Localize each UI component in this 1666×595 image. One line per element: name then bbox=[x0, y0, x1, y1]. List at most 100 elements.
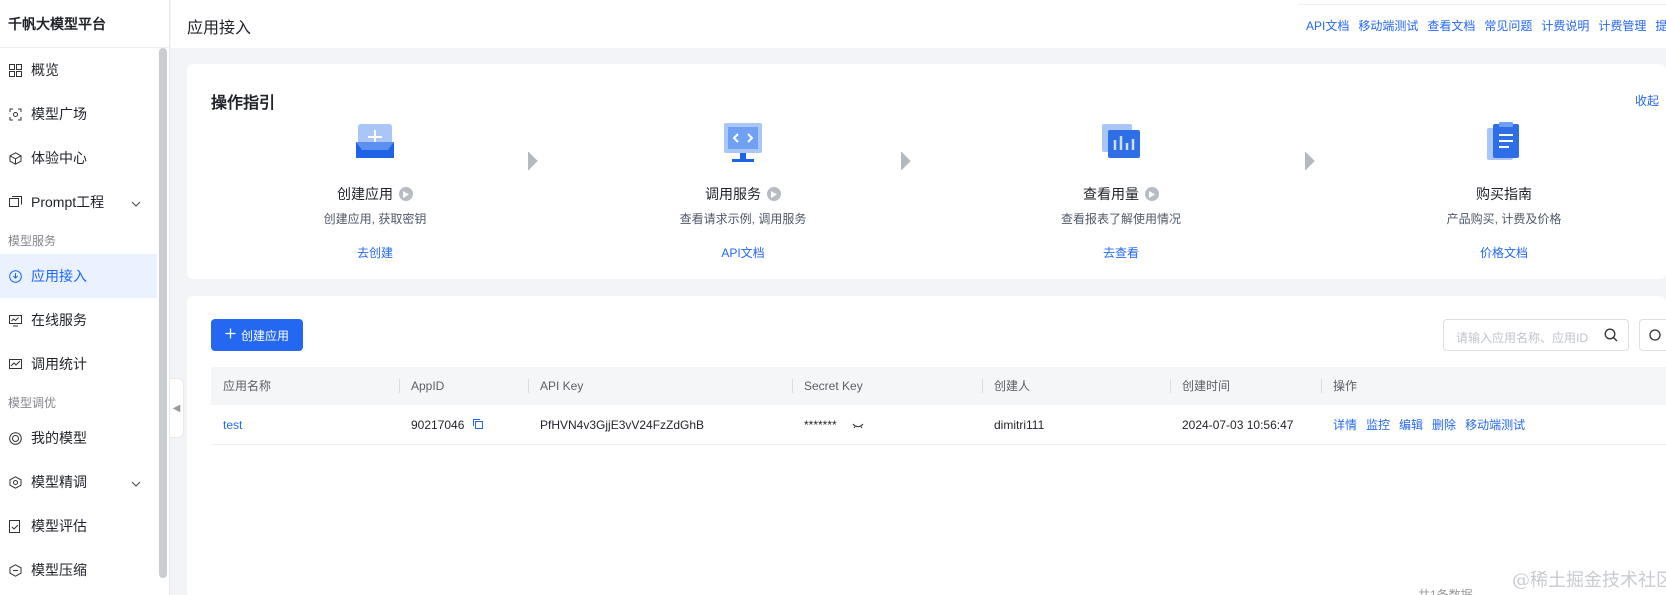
guide-step-create: 创建应用 创建应用, 获取密钥 去创建 bbox=[275, 120, 475, 261]
column-header: AppID bbox=[399, 367, 444, 405]
chart-icon bbox=[8, 357, 22, 371]
target-icon bbox=[8, 431, 22, 445]
header-link-mobile-test[interactable]: 移动端测试 bbox=[1358, 19, 1418, 33]
eye-closed-icon[interactable] bbox=[852, 406, 864, 446]
sidebar: 千帆大模型平台 概览 模型广场 体验中心 Prompt工程 模型服务 应用接入 bbox=[0, 0, 170, 595]
download-circle-icon bbox=[8, 269, 22, 283]
header-link-view-doc[interactable]: 查看文档 bbox=[1427, 19, 1475, 33]
column-header: Secret Key bbox=[792, 367, 863, 405]
secret-key-value: ******* bbox=[804, 418, 837, 432]
sidebar-item-finetune[interactable]: 模型精调 bbox=[0, 460, 169, 504]
header-link-submit[interactable]: 提交 bbox=[1655, 19, 1666, 33]
step-desc: 创建应用, 获取密钥 bbox=[323, 212, 427, 226]
sidebar-item-label: 在线服务 bbox=[31, 312, 87, 328]
step-link-api-doc[interactable]: API文档 bbox=[643, 244, 843, 261]
watermark: @稀土掘金技术社区 bbox=[1512, 570, 1666, 591]
create-app-label: 创建应用 bbox=[240, 328, 289, 343]
column-header: 创建人 bbox=[982, 367, 1030, 405]
step-name: 调用服务 bbox=[705, 186, 761, 202]
secret-key-cell: ******* bbox=[792, 405, 864, 445]
sidebar-item-compress[interactable]: 模型压缩 bbox=[0, 548, 169, 592]
header-link-api-doc[interactable]: API文档 bbox=[1306, 19, 1349, 33]
sidebar-item-label: 概览 bbox=[31, 62, 59, 78]
prompt-icon bbox=[8, 195, 22, 209]
action-delete[interactable]: 删除 bbox=[1432, 418, 1456, 432]
step-name: 创建应用 bbox=[337, 186, 393, 202]
refresh-button[interactable] bbox=[1639, 319, 1666, 351]
plus-icon bbox=[225, 328, 236, 342]
step-link-view-usage[interactable]: 去查看 bbox=[1021, 244, 1221, 261]
scan-icon bbox=[8, 107, 22, 121]
header-link-billing-manage[interactable]: 计费管理 bbox=[1598, 19, 1646, 33]
search-input[interactable]: 请输入应用名称、应用ID bbox=[1443, 319, 1629, 351]
sidebar-item-label: 模型评估 bbox=[31, 518, 87, 534]
step-arrow-icon bbox=[1303, 151, 1315, 174]
sidebar-item-experience[interactable]: 体验中心 bbox=[0, 136, 169, 180]
checklist-icon bbox=[8, 519, 22, 533]
chevron-left-icon: ◀ bbox=[172, 402, 181, 414]
sidebar-item-label: 模型压缩 bbox=[31, 562, 87, 578]
sidebar-item-online-service[interactable]: 在线服务 bbox=[0, 298, 169, 342]
step-link-create[interactable]: 去创建 bbox=[275, 244, 475, 261]
guide-step-call: 调用服务 查看请求示例, 调用服务 API文档 bbox=[643, 120, 843, 261]
brand-title: 千帆大模型平台 bbox=[0, 0, 169, 48]
step-link-price-doc[interactable]: 价格文档 bbox=[1404, 244, 1604, 261]
step-name: 查看用量 bbox=[1083, 186, 1139, 202]
action-monitor[interactable]: 监控 bbox=[1366, 418, 1390, 432]
sidebar-item-app-access[interactable]: 应用接入 bbox=[0, 254, 157, 298]
chevron-down-icon bbox=[131, 474, 141, 490]
page-title: 应用接入 bbox=[187, 20, 252, 37]
step-arrow-icon bbox=[526, 151, 538, 174]
sidebar-item-call-stats[interactable]: 调用统计 bbox=[0, 342, 169, 386]
play-icon[interactable] bbox=[399, 187, 413, 201]
cube-icon bbox=[8, 151, 22, 165]
app-list-panel: 创建应用 请输入应用名称、应用ID 应用名称 AppID API Key Sec… bbox=[187, 296, 1666, 595]
header-divider bbox=[1298, 0, 1666, 5]
sidebar-item-label: 体验中心 bbox=[31, 150, 87, 166]
header-link-billing-info[interactable]: 计费说明 bbox=[1541, 19, 1589, 33]
guide-collapse-link[interactable]: 收起 bbox=[1635, 92, 1659, 109]
api-key-value: PfHVN4v3GjjE3vV24FzZdGhB bbox=[540, 418, 705, 432]
app-name-link[interactable]: test bbox=[211, 405, 242, 445]
page-header: 应用接入 API文档移动端测试查看文档常见问题计费说明计费管理提交 bbox=[171, 0, 1666, 48]
sidebar-collapse-toggle[interactable]: ◀ bbox=[170, 378, 184, 438]
created-at-value: 2024-07-03 10:56:47 bbox=[1182, 418, 1294, 432]
sidebar-group-tune: 模型调优 bbox=[8, 396, 57, 410]
table-row: test 90217046 PfHVN4v3GjjE3vV24FzZdGhB *… bbox=[211, 405, 1666, 445]
action-detail[interactable]: 详情 bbox=[1333, 418, 1357, 432]
sidebar-item-label: 我的模型 bbox=[31, 430, 87, 446]
sidebar-item-overview[interactable]: 概览 bbox=[0, 48, 169, 92]
pagination-total: 共1条数据 bbox=[1418, 588, 1473, 595]
search-placeholder: 请输入应用名称、应用ID bbox=[1456, 331, 1589, 345]
guide-title: 操作指引 bbox=[211, 95, 276, 112]
action-mobile-test[interactable]: 移动端测试 bbox=[1465, 418, 1525, 432]
operation-guide: 操作指引 收起 创建应用 创建应用, 获取密钥 去创建 调用服务 查看请求示例,… bbox=[187, 64, 1666, 279]
step-arrow-icon bbox=[899, 151, 911, 174]
appid-cell: 90217046 bbox=[399, 405, 484, 445]
copy-icon[interactable] bbox=[472, 406, 484, 446]
grid-icon bbox=[8, 63, 22, 77]
step-desc: 查看请求示例, 调用服务 bbox=[679, 212, 807, 226]
sidebar-item-label: Prompt工程 bbox=[31, 194, 105, 210]
sidebar-item-model-square[interactable]: 模型广场 bbox=[0, 92, 169, 136]
search-icon[interactable] bbox=[1604, 328, 1618, 345]
sidebar-item-label: 调用统计 bbox=[31, 356, 87, 372]
guide-step-usage: 查看用量 查看报表了解使用情况 去查看 bbox=[1021, 120, 1221, 261]
step-desc: 产品购买, 计费及价格 bbox=[1446, 212, 1562, 226]
sidebar-item-my-models[interactable]: 我的模型 bbox=[0, 416, 169, 460]
column-header: API Key bbox=[528, 367, 583, 405]
sidebar-item-evaluate[interactable]: 模型评估 bbox=[0, 504, 169, 548]
guide-step-purchase: 购买指南 产品购买, 计费及价格 价格文档 bbox=[1404, 120, 1604, 261]
create-app-button[interactable]: 创建应用 bbox=[211, 319, 303, 351]
refresh-icon bbox=[1640, 329, 1666, 353]
sidebar-item-prompt[interactable]: Prompt工程 bbox=[0, 180, 169, 224]
sidebar-group-service: 模型服务 bbox=[8, 234, 57, 248]
monitor-icon bbox=[8, 313, 22, 327]
play-icon[interactable] bbox=[767, 187, 781, 201]
action-edit[interactable]: 编辑 bbox=[1399, 418, 1423, 432]
header-link-faq[interactable]: 常见问题 bbox=[1484, 19, 1532, 33]
sidebar-scrollbar[interactable] bbox=[159, 48, 167, 578]
play-icon[interactable] bbox=[1145, 187, 1159, 201]
document-icon bbox=[1481, 120, 1527, 166]
hexagon-icon bbox=[8, 475, 22, 489]
